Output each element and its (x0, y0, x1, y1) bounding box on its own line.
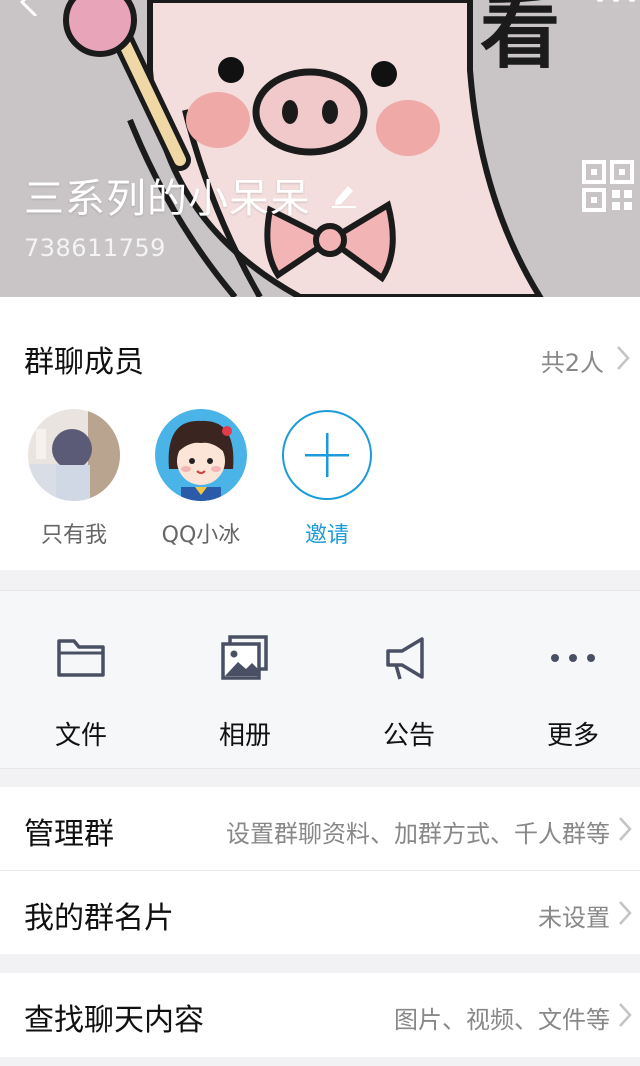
manage-group-row[interactable]: 管理群 设置群聊资料、加群方式、千人群等 (0, 787, 640, 871)
megaphone-icon (386, 637, 424, 680)
invite-label: 邀请 (304, 523, 349, 548)
search-chat-list: 查找聊天内容 图片、视频、文件等 (0, 973, 640, 1057)
member-avatar (28, 409, 120, 501)
group-header: 看 三系列的小呆呆 738611759 (0, 0, 640, 297)
chevron-right-icon (619, 1003, 632, 1027)
qr-code-icon[interactable] (582, 160, 634, 212)
member-name: QQ小冰 (161, 523, 241, 548)
action-label: 更多 (546, 721, 599, 751)
member-item[interactable]: 只有我 (28, 409, 120, 549)
folder-icon (57, 639, 105, 677)
sticker-text: 看 (480, 0, 560, 79)
chevron-right-icon (619, 817, 632, 841)
group-number: 738611759 (24, 234, 166, 262)
quick-actions-bar: 文件 相册 公告 更多 (0, 590, 640, 769)
member-avatar (155, 409, 247, 501)
row-value: 未设置 (538, 904, 610, 932)
chevron-right-icon (617, 346, 630, 370)
action-label: 文件 (54, 721, 107, 751)
group-name: 三系列的小呆呆 (24, 176, 311, 222)
invite-button[interactable]: 邀请 (281, 409, 373, 549)
album-action[interactable]: 相册 (165, 591, 325, 768)
action-label: 相册 (218, 721, 271, 751)
row-title: 查找聊天内容 (24, 1003, 204, 1038)
members-title: 群聊成员 (24, 345, 144, 380)
album-icon (221, 635, 268, 680)
member-item[interactable]: QQ小冰 (155, 409, 247, 549)
top-more-icon[interactable] (594, 0, 638, 10)
edit-name-icon[interactable] (330, 180, 358, 208)
action-label: 公告 (382, 721, 435, 751)
search-chat-row[interactable]: 查找聊天内容 图片、视频、文件等 (0, 973, 640, 1057)
my-group-card-row[interactable]: 我的群名片 未设置 (0, 871, 640, 954)
add-member-icon (282, 410, 372, 500)
row-value: 图片、视频、文件等 (394, 1006, 610, 1034)
more-action[interactable]: 更多 (493, 591, 640, 768)
chevron-right-icon (619, 901, 632, 925)
group-members-section: 群聊成员 共2人 只有我 QQ小冰 邀请 (0, 297, 640, 570)
back-arrow-icon[interactable] (14, 0, 44, 16)
row-title: 管理群 (24, 817, 114, 852)
member-name: 只有我 (40, 523, 107, 548)
row-value: 设置群聊资料、加群方式、千人群等 (226, 820, 610, 848)
group-settings-list: 管理群 设置群聊资料、加群方式、千人群等 我的群名片 未设置 (0, 787, 640, 954)
row-title: 我的群名片 (24, 901, 174, 936)
more-dots-icon (551, 654, 595, 662)
files-action[interactable]: 文件 (1, 591, 161, 768)
members-count: 共2人 (540, 349, 604, 377)
notice-action[interactable]: 公告 (329, 591, 489, 768)
